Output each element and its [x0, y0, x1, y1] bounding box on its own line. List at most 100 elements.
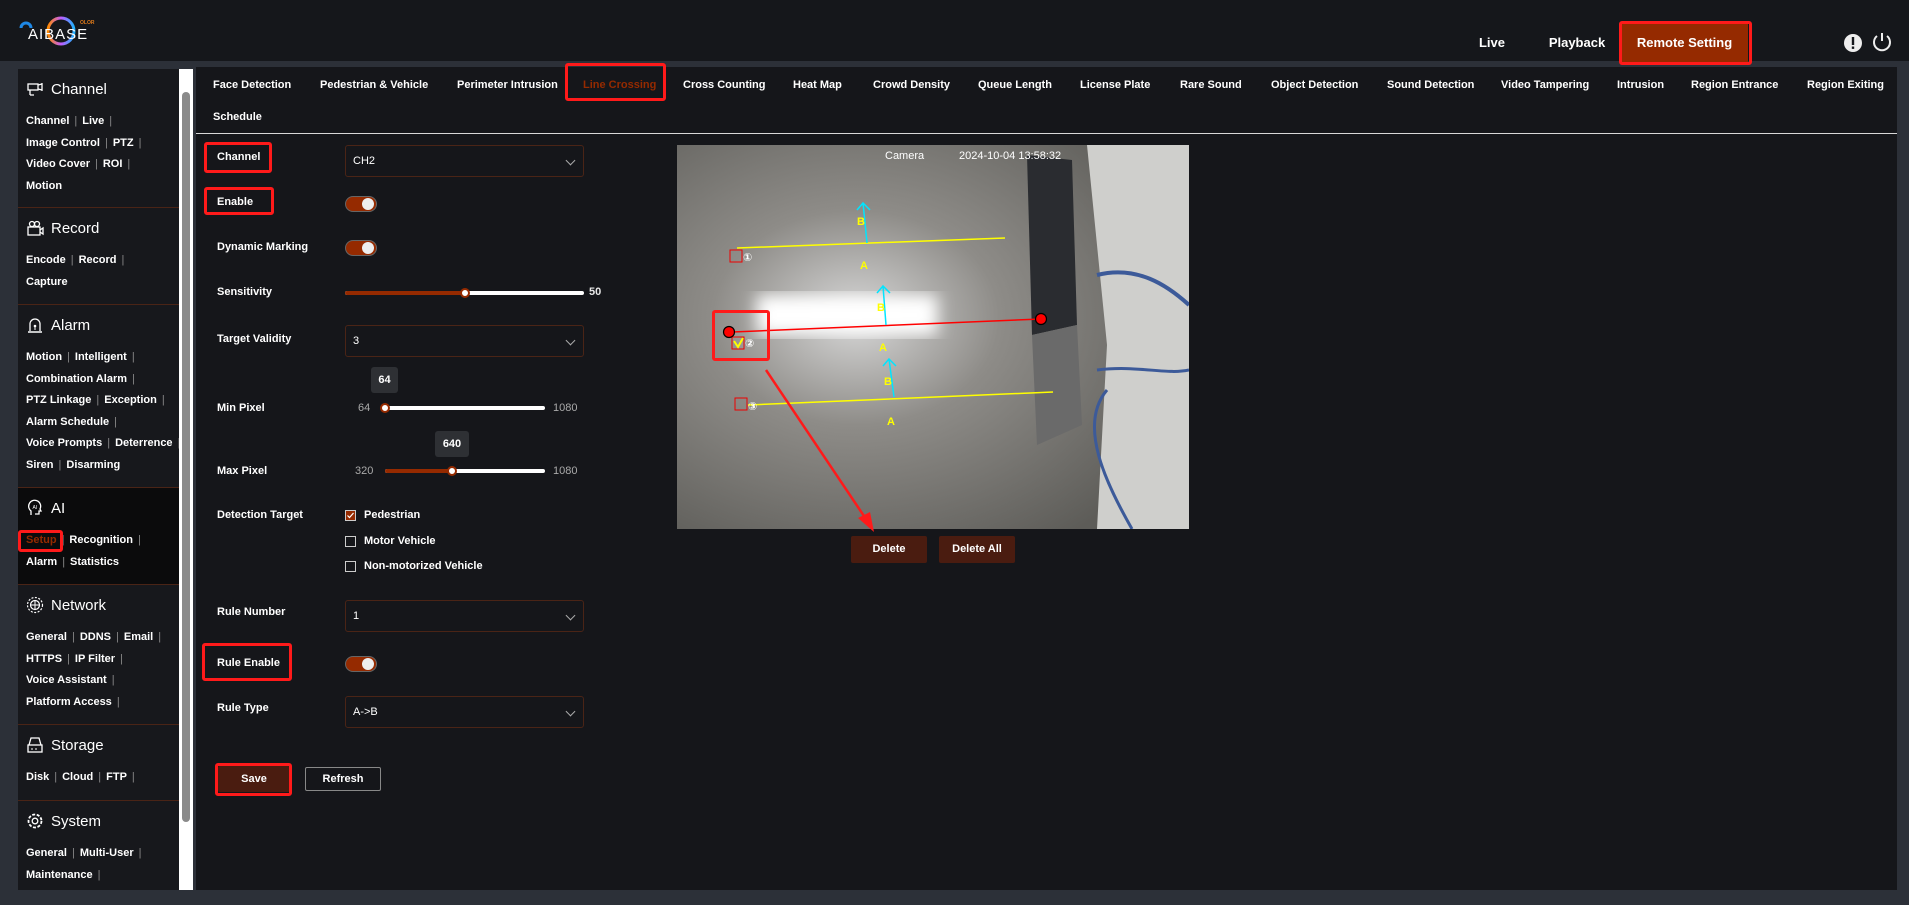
- sidebar-link-ftp[interactable]: FTP: [106, 771, 127, 783]
- rule-type-label: Rule Type: [217, 702, 269, 714]
- sidebar-link-statistics[interactable]: Statistics: [70, 556, 119, 568]
- sidebar-link-https[interactable]: HTTPS: [26, 653, 62, 665]
- refresh-button[interactable]: Refresh: [305, 767, 381, 791]
- sidebar-link-disk[interactable]: Disk: [26, 771, 49, 783]
- tab-queue-length[interactable]: Queue Length: [978, 79, 1052, 91]
- tab-pedestrian-vehicle[interactable]: Pedestrian & Vehicle: [320, 79, 428, 91]
- tab-license-plate[interactable]: License Plate: [1080, 79, 1150, 91]
- side-b-label: B: [857, 216, 865, 228]
- min-pixel-thumb[interactable]: [380, 403, 390, 413]
- sidebar-section-network: Network General | DDNS | Email | HTTPS | IP Filte…: [18, 585, 179, 725]
- channel-select[interactable]: CH2: [345, 145, 584, 177]
- tab-cross-counting[interactable]: Cross Counting: [683, 79, 766, 91]
- sidebar-section-header[interactable]: AI AI: [26, 499, 65, 517]
- sidebar-link-multi-user[interactable]: Multi-User: [80, 847, 134, 859]
- sidebar-link-platform-access[interactable]: Platform Access: [26, 696, 112, 708]
- sidebar-link-voice-assistant[interactable]: Voice Assistant: [26, 674, 107, 686]
- save-button[interactable]: Save: [218, 766, 290, 792]
- sidebar-links: Setup | Recognition | Alarm | Statistics: [26, 530, 178, 573]
- tab-sound-detection[interactable]: Sound Detection: [1387, 79, 1474, 91]
- tab-intrusion[interactable]: Intrusion: [1617, 79, 1664, 91]
- camera-preview[interactable]: Camera 2024-10-04 13:58:32 B A ① B A ② B…: [677, 145, 1189, 529]
- dynamic-marking-toggle[interactable]: [345, 240, 377, 256]
- alert-icon[interactable]: [1843, 33, 1863, 53]
- line-endpoint-handle[interactable]: [722, 325, 736, 339]
- tab-object-detection[interactable]: Object Detection: [1271, 79, 1358, 91]
- link-separator: |: [131, 351, 135, 363]
- sidebar-link-maintenance[interactable]: Maintenance: [26, 869, 93, 881]
- tab-perimeter-intrusion[interactable]: Perimeter Intrusion: [457, 79, 558, 91]
- sidebar-link-general[interactable]: General: [26, 847, 67, 859]
- nav-remote-setting[interactable]: Remote Setting: [1621, 22, 1748, 64]
- sidebar-link-record[interactable]: Record: [79, 254, 117, 266]
- sidebar-link-general[interactable]: General: [26, 631, 67, 643]
- sidebar-link-deterrence[interactable]: Deterrence: [115, 437, 172, 449]
- sidebar-link-combination-alarm[interactable]: Combination Alarm: [26, 373, 127, 385]
- sensitivity-thumb[interactable]: [459, 288, 470, 298]
- tab-schedule[interactable]: Schedule: [213, 111, 262, 123]
- enable-toggle[interactable]: [345, 196, 377, 212]
- sidebar-link-setup[interactable]: Setup: [26, 534, 57, 546]
- sidebar-link-recognition[interactable]: Recognition: [69, 534, 133, 546]
- min-pixel-slider[interactable]: [381, 406, 545, 410]
- sidebar-link-cloud[interactable]: Cloud: [62, 771, 93, 783]
- sidebar-link-encode[interactable]: Encode: [26, 254, 66, 266]
- sidebar-link-row: Alarm | Statistics: [26, 552, 178, 574]
- sidebar-link-live[interactable]: Live: [82, 115, 104, 127]
- sidebar-link-roi[interactable]: ROI: [103, 158, 123, 170]
- sidebar-links: General | Multi-User | Maintenance |: [26, 843, 178, 886]
- target-validity-select[interactable]: 3: [345, 325, 584, 357]
- sidebar-link-row: Image Control | PTZ |: [26, 133, 178, 155]
- tab-region-entrance[interactable]: Region Entrance: [1691, 79, 1778, 91]
- sidebar-link-exception[interactable]: Exception: [104, 394, 157, 406]
- nav-live[interactable]: Live: [1467, 22, 1517, 64]
- sidebar-link-channel[interactable]: Channel: [26, 115, 69, 127]
- camera-name: Camera: [885, 150, 925, 162]
- rule-type-select[interactable]: A->B: [345, 696, 584, 728]
- sidebar-section-header[interactable]: Network: [26, 596, 106, 614]
- rule-number-value: 1: [353, 610, 360, 622]
- sidebar-link-capture[interactable]: Capture: [26, 276, 68, 288]
- sidebar-section-header[interactable]: Record: [26, 219, 99, 237]
- sidebar-link-intelligent[interactable]: Intelligent: [75, 351, 127, 363]
- sidebar-link-voice-prompts[interactable]: Voice Prompts: [26, 437, 102, 449]
- sidebar-link-motion[interactable]: Motion: [26, 180, 62, 192]
- camera-timestamp: 2024-10-04 13:58:32: [959, 150, 1061, 162]
- power-icon[interactable]: [1871, 31, 1893, 53]
- tab-video-tampering[interactable]: Video Tampering: [1501, 79, 1589, 91]
- max-pixel-thumb[interactable]: [447, 466, 457, 476]
- sidebar-section-header[interactable]: Storage: [26, 736, 104, 754]
- sidebar-link-alarm[interactable]: Alarm: [26, 556, 57, 568]
- sidebar-section-header[interactable]: System: [26, 812, 101, 830]
- sidebar-link-disarming[interactable]: Disarming: [66, 459, 120, 471]
- tab-crowd-density[interactable]: Crowd Density: [873, 79, 950, 91]
- delete-button[interactable]: Delete: [851, 536, 927, 563]
- sidebar-link-video-cover[interactable]: Video Cover: [26, 158, 90, 170]
- sidebar-link-ptz[interactable]: PTZ: [113, 137, 134, 149]
- sidebar-link-motion[interactable]: Motion: [26, 351, 62, 363]
- pedestrian-checkbox[interactable]: [345, 510, 356, 521]
- sidebar-section-header[interactable]: Channel: [26, 80, 107, 98]
- tab-rare-sound[interactable]: Rare Sound: [1180, 79, 1242, 91]
- delete-all-button[interactable]: Delete All: [939, 536, 1015, 563]
- tab-heat-map[interactable]: Heat Map: [793, 79, 842, 91]
- sidebar-section-header[interactable]: Alarm: [26, 316, 90, 334]
- line-endpoint-handle[interactable]: [1034, 312, 1048, 326]
- nav-playback[interactable]: Playback: [1537, 22, 1617, 64]
- sidebar-link-row: Maintenance |: [26, 865, 178, 887]
- sidebar-link-ptz-linkage[interactable]: PTZ Linkage: [26, 394, 91, 406]
- sidebar-link-siren[interactable]: Siren: [26, 459, 54, 471]
- sidebar-link-alarm-schedule[interactable]: Alarm Schedule: [26, 416, 109, 428]
- motor-vehicle-checkbox[interactable]: [345, 536, 356, 547]
- sidebar-link-ddns[interactable]: DDNS: [80, 631, 111, 643]
- sidebar-link-email[interactable]: Email: [124, 631, 153, 643]
- tab-face-detection[interactable]: Face Detection: [213, 79, 291, 91]
- tab-line-crossing[interactable]: Line Crossing: [583, 79, 656, 91]
- rule-number-select[interactable]: 1: [345, 600, 584, 632]
- tab-region-exiting[interactable]: Region Exiting: [1807, 79, 1884, 91]
- non-motorized-vehicle-checkbox[interactable]: [345, 561, 356, 572]
- sidebar-scrollbar-thumb[interactable]: [182, 92, 190, 822]
- rule-enable-toggle[interactable]: [345, 656, 377, 672]
- sidebar-link-ip-filter[interactable]: IP Filter: [75, 653, 115, 665]
- sidebar-link-image-control[interactable]: Image Control: [26, 137, 100, 149]
